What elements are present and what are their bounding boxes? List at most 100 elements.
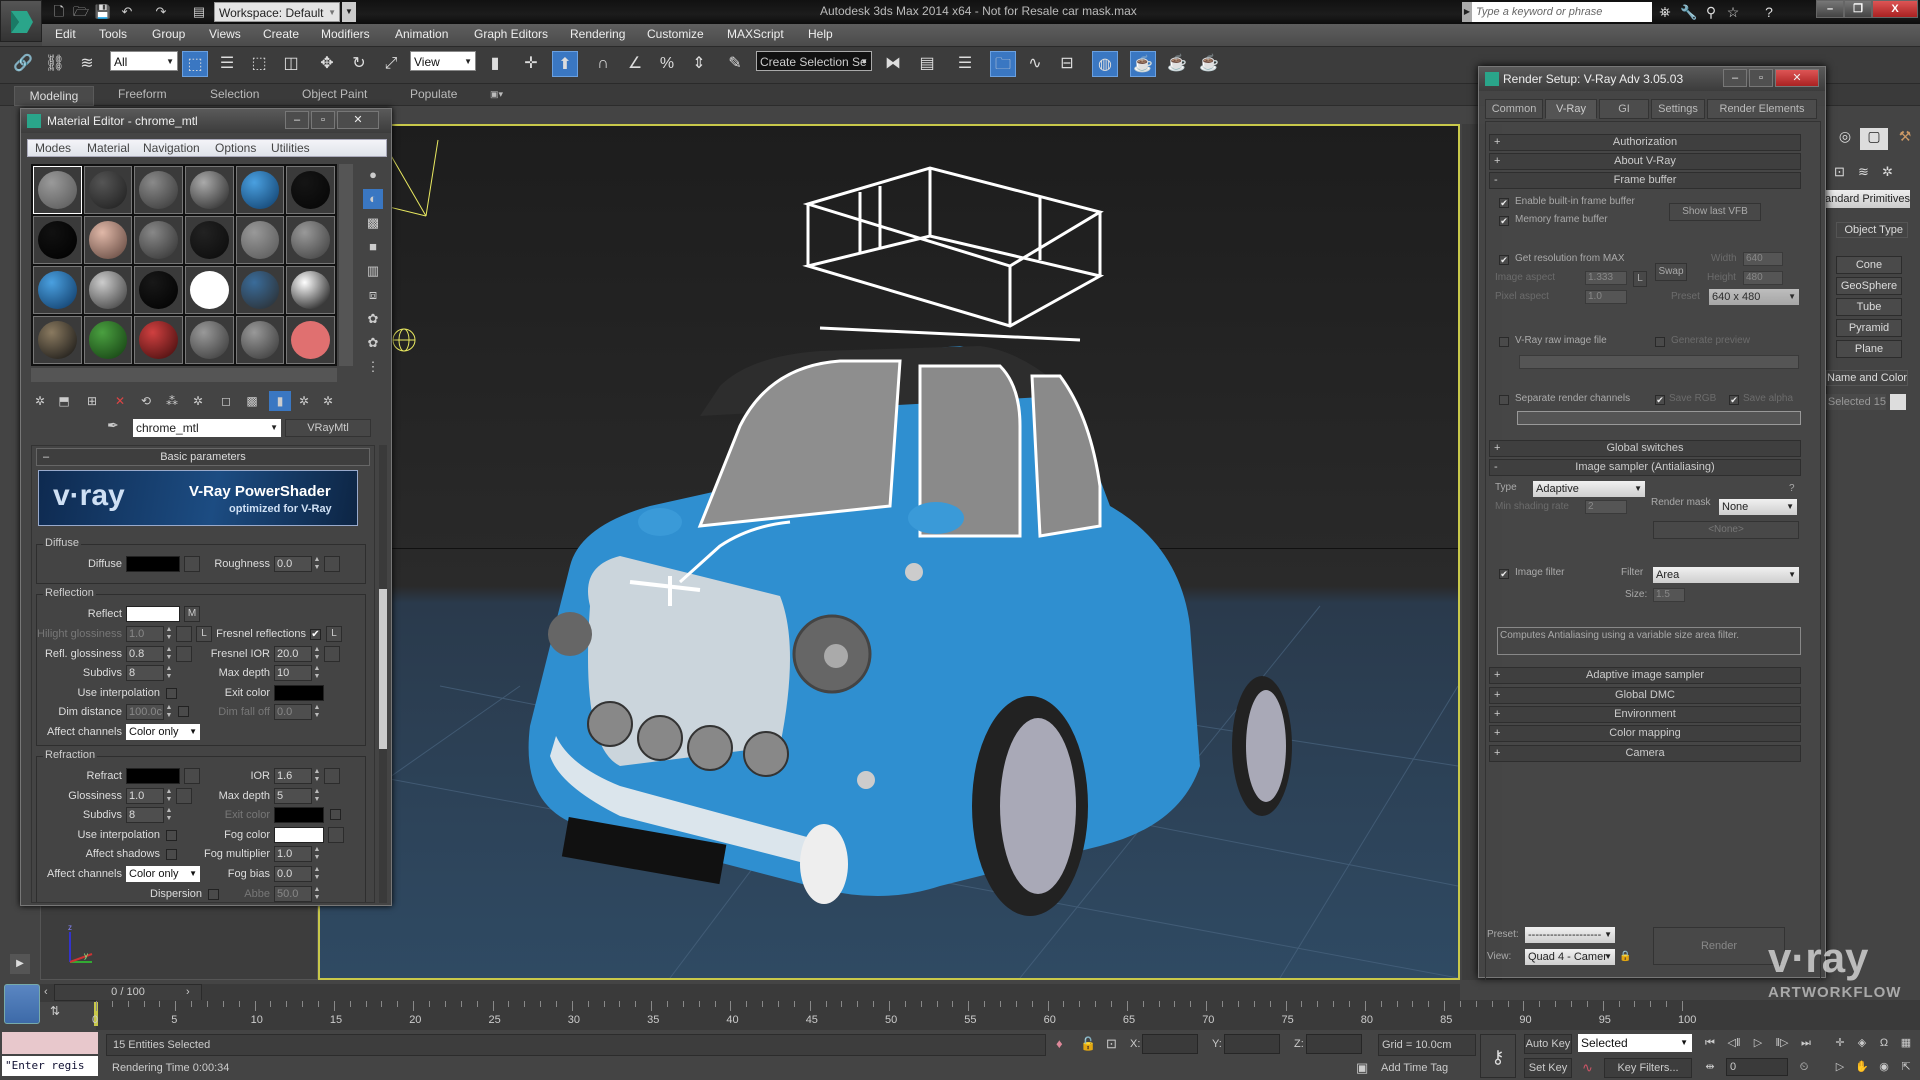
- rollout-about-vray[interactable]: + About V-Ray: [1489, 153, 1801, 170]
- ribbon-tab-modeling[interactable]: Modeling: [14, 86, 94, 106]
- slots-vertical-scrollbar[interactable]: [339, 164, 353, 366]
- assign-to-selection-icon[interactable]: ⊞: [81, 391, 103, 411]
- material-slot[interactable]: [134, 216, 183, 264]
- material-slot[interactable]: [83, 266, 133, 314]
- track-bar[interactable]: [96, 1000, 1920, 1030]
- raw-image-checkbox[interactable]: [1499, 337, 1509, 347]
- project-folder-icon[interactable]: ▤: [190, 3, 208, 21]
- filter-dropdown[interactable]: Area ▼: [1653, 567, 1799, 583]
- motion-tab-icon[interactable]: ◎: [1832, 128, 1858, 150]
- width-input[interactable]: 640: [1743, 252, 1783, 266]
- menu-group[interactable]: Group: [152, 27, 185, 41]
- menu-graph-editors[interactable]: Graph Editors: [474, 27, 548, 41]
- roughness-map-button[interactable]: [324, 556, 340, 572]
- refr-glossiness-map-button[interactable]: [176, 788, 192, 804]
- refr-use-interpolation-checkbox[interactable]: [166, 830, 177, 841]
- app-menu-button[interactable]: [0, 0, 42, 42]
- isolate-toggle-icon[interactable]: ♦: [1056, 1036, 1063, 1051]
- affect-shadows-checkbox[interactable]: [166, 849, 177, 860]
- selection-filter-dropdown[interactable]: All ▼: [110, 51, 178, 71]
- go-to-parent-icon[interactable]: ✲: [293, 391, 315, 411]
- pivot-center-icon[interactable]: ▮: [482, 51, 508, 77]
- hilight-spinner[interactable]: ▲ ▼: [165, 626, 173, 642]
- basic-parameters-rollout[interactable]: – Basic parameters: [36, 448, 370, 466]
- material-slot[interactable]: [83, 216, 133, 264]
- refr-affect-channels-dropdown[interactable]: Color only ▼: [126, 866, 200, 882]
- go-to-end-icon[interactable]: ⏭: [1796, 1034, 1816, 1052]
- memory-fb-checkbox[interactable]: ✔: [1499, 216, 1509, 226]
- orbit-icon[interactable]: Ω: [1874, 1034, 1894, 1052]
- object-name-field[interactable]: 15 Selected: [1826, 394, 1886, 410]
- tab-gi[interactable]: GI: [1599, 99, 1649, 119]
- material-slot[interactable]: [286, 266, 335, 314]
- image-filter-checkbox[interactable]: ✔: [1499, 569, 1509, 579]
- binoculars-icon[interactable]: ⛯: [1656, 3, 1674, 21]
- mirror-icon[interactable]: ⧓: [880, 51, 906, 77]
- set-key-button[interactable]: Set Key: [1524, 1058, 1572, 1078]
- show-shaded-material-icon[interactable]: ▩: [241, 391, 263, 411]
- help-icon[interactable]: ?: [1760, 3, 1778, 21]
- rotate-icon[interactable]: ↻: [346, 51, 372, 77]
- material-slot[interactable]: [134, 316, 183, 364]
- swap-button[interactable]: Swap: [1655, 263, 1687, 281]
- next-frame-icon[interactable]: ‖▷: [1772, 1034, 1792, 1052]
- sample-uv-tiling-icon[interactable]: ■: [363, 237, 383, 257]
- restore-button[interactable]: ❐: [1844, 0, 1872, 18]
- save-rgb-checkbox[interactable]: ✔: [1655, 395, 1665, 405]
- menu-views[interactable]: Views: [209, 27, 241, 41]
- select-by-name-icon[interactable]: ☰: [214, 51, 240, 77]
- bind-space-warp-icon[interactable]: ≋: [74, 51, 100, 77]
- material-map-navigator-icon[interactable]: ⋮: [363, 357, 383, 377]
- time-tag-icon[interactable]: ▣: [1356, 1060, 1368, 1076]
- material-slot[interactable]: [33, 266, 82, 314]
- ribbon-options-icon[interactable]: ▣▾: [490, 89, 503, 100]
- me-minimize-button[interactable]: –: [285, 111, 309, 129]
- material-slot[interactable]: [286, 166, 335, 214]
- pixel-aspect-input[interactable]: 1.0: [1585, 290, 1627, 304]
- sample-type-icon[interactable]: ●: [363, 165, 383, 185]
- pick-material-eyedropper-icon[interactable]: ✒: [107, 417, 127, 437]
- rollout-authorization[interactable]: + Authorization: [1489, 134, 1801, 151]
- menu-modifiers[interactable]: Modifiers: [321, 27, 370, 41]
- hilight-lock-button[interactable]: L: [196, 626, 212, 642]
- save-icon[interactable]: 💾: [94, 3, 112, 21]
- abbe-input[interactable]: 50.0: [274, 886, 312, 902]
- diffuse-map-button[interactable]: [184, 556, 200, 572]
- tab-common[interactable]: Common: [1485, 99, 1543, 119]
- menu-customize[interactable]: Customize: [647, 27, 704, 41]
- make-preview-icon[interactable]: ⧈: [363, 285, 383, 305]
- fog-multiplier-spinner[interactable]: ▲ ▼: [313, 846, 321, 862]
- refl-glossiness-spinner[interactable]: ▲ ▼: [165, 646, 173, 662]
- window-crossing-icon[interactable]: ◫: [278, 51, 304, 77]
- roughness-input[interactable]: 0.0: [274, 556, 312, 572]
- sampler-type-dropdown[interactable]: Adaptive ▼: [1533, 481, 1645, 497]
- link-icon[interactable]: 🔗: [10, 51, 36, 77]
- reflect-map-button[interactable]: M: [184, 606, 200, 622]
- make-unique-icon[interactable]: ⁂: [161, 391, 183, 411]
- go-forward-sibling-icon[interactable]: ✲: [317, 391, 339, 411]
- sampler-help-button[interactable]: ?: [1789, 483, 1795, 494]
- set-key-icon[interactable]: ⚷: [1480, 1034, 1516, 1078]
- key-mode-dropdown[interactable]: Selected ▼: [1578, 1034, 1692, 1052]
- key-mode-toggle-icon[interactable]: ⇹: [1700, 1058, 1720, 1076]
- reflect-color-swatch[interactable]: [126, 606, 180, 622]
- me-close-button[interactable]: ✕: [337, 111, 379, 129]
- ior-map-button[interactable]: [324, 768, 340, 784]
- tab-vray[interactable]: V-Ray: [1545, 99, 1597, 119]
- zoom-extents-icon[interactable]: ✛: [1830, 1034, 1850, 1052]
- pyramid-button[interactable]: Pyramid: [1836, 319, 1902, 337]
- ior-input[interactable]: 1.6: [274, 768, 312, 784]
- refr-exit-color-checkbox[interactable]: [330, 809, 341, 820]
- get-resolution-checkbox[interactable]: ✔: [1499, 255, 1509, 265]
- refr-exit-color-swatch[interactable]: [274, 807, 324, 823]
- menu-maxscript[interactable]: MAXScript: [727, 27, 784, 41]
- material-slot[interactable]: [134, 266, 183, 314]
- auto-key-button[interactable]: Auto Key: [1524, 1034, 1572, 1054]
- open-file-icon[interactable]: 🗁: [72, 3, 90, 21]
- save-alpha-checkbox[interactable]: ✔: [1729, 395, 1739, 405]
- material-slot[interactable]: [185, 316, 234, 364]
- material-slot[interactable]: [33, 316, 82, 364]
- refl-max-depth-spinner[interactable]: ▲ ▼: [313, 665, 321, 681]
- menu-help[interactable]: Help: [808, 27, 833, 41]
- fresnel-ior-map-button[interactable]: [324, 646, 340, 662]
